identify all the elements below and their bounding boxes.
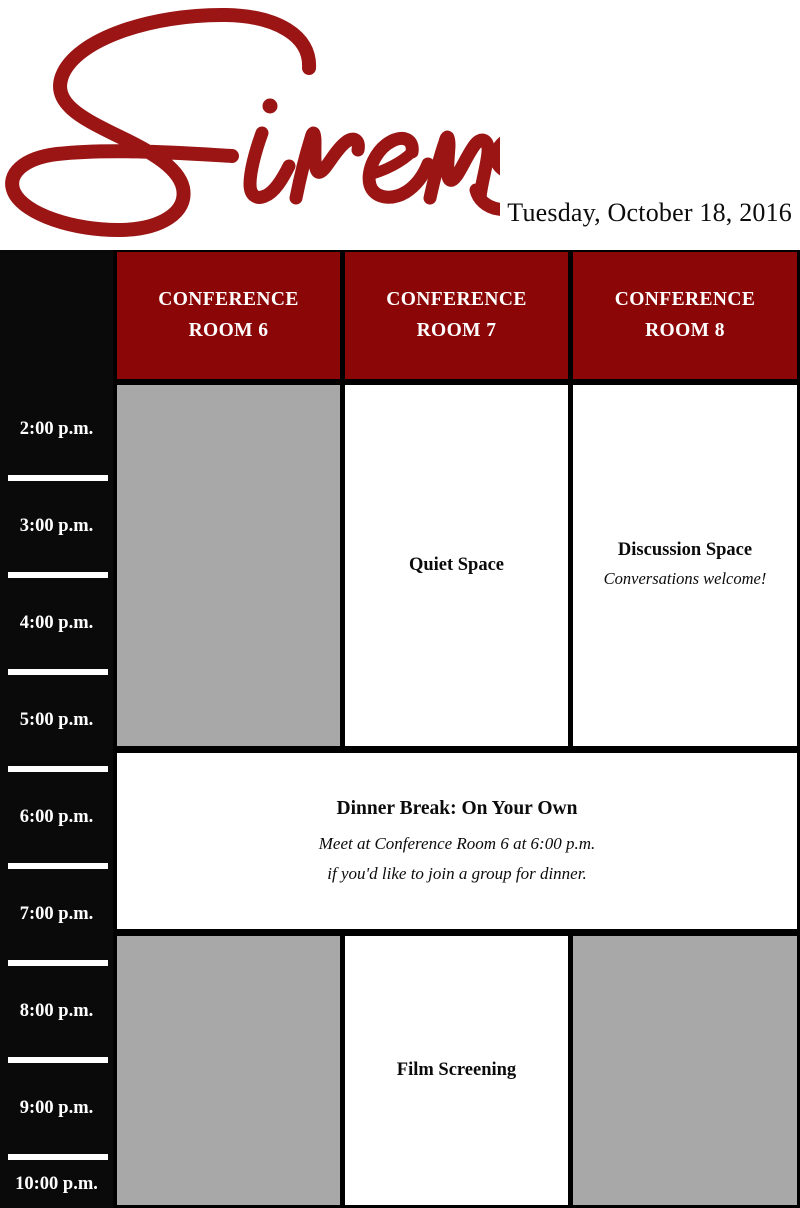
event-date: Tuesday, October 18, 2016 [507, 198, 792, 227]
event-block-evening-room-8[interactable] [573, 936, 797, 1205]
event-detail-line-1: Meet at Conference Room 6 at 6:00 p.m. [318, 833, 596, 853]
poster-header: Tuesday, October 18, 2016 [0, 0, 800, 250]
event-title: Film Screening [396, 1059, 517, 1080]
event-block-evening-room-6[interactable] [117, 936, 340, 1205]
event-title: Dinner Break: On Your Own [336, 797, 578, 819]
column-header-room-8: CONFERENCE ROOM 8 [573, 252, 797, 379]
event-block-film-screening[interactable]: Film Screening [345, 936, 568, 1205]
column-header-room-6: CONFERENCE ROOM 6 [117, 252, 340, 379]
time-label-4pm: 4:00 p.m. [0, 578, 113, 669]
time-label-8pm: 8:00 p.m. [0, 966, 113, 1057]
event-block-quiet-space[interactable]: Quiet Space [345, 385, 568, 746]
event-block-discussion-space[interactable]: Discussion Space Conversations welcome! [573, 385, 797, 746]
time-label-5pm: 5:00 p.m. [0, 675, 113, 766]
time-label-6pm: 6:00 p.m. [0, 772, 113, 863]
schedule-grid: 2:00 p.m. 3:00 p.m. 4:00 p.m. 5:00 p.m. … [0, 250, 800, 1208]
event-block-dinner-break[interactable]: Dinner Break: On Your Own Meet at Confer… [117, 753, 797, 929]
sirens-logo-svg [5, 7, 500, 238]
schedule-poster: Tuesday, October 18, 2016 2:00 p.m. 3:00… [0, 0, 800, 1208]
column-header-line1: CONFERENCE [158, 289, 299, 311]
column-header-line2: ROOM 8 [645, 319, 725, 341]
column-header-line2: ROOM 7 [416, 319, 497, 341]
sirens-logo [0, 2, 500, 242]
time-column: 2:00 p.m. 3:00 p.m. 4:00 p.m. 5:00 p.m. … [0, 250, 113, 1208]
time-label-7pm: 7:00 p.m. [0, 869, 113, 960]
column-header-line1: CONFERENCE [386, 289, 527, 311]
event-detail-line-2: if you'd like to join a group for dinner… [327, 863, 587, 883]
time-label-2pm: 2:00 p.m. [0, 383, 113, 475]
column-header-line2: ROOM 6 [188, 319, 269, 341]
event-title: Discussion Space [617, 540, 753, 561]
time-label-9pm: 9:00 p.m. [0, 1063, 113, 1154]
event-subtitle: Conversations welcome! [603, 568, 767, 588]
time-label-3pm: 3:00 p.m. [0, 481, 113, 572]
event-block-afternoon-room-6[interactable] [117, 385, 340, 746]
column-header-room-7: CONFERENCE ROOM 7 [345, 252, 568, 379]
time-label-10pm: 10:00 p.m. [0, 1160, 113, 1208]
column-header-line1: CONFERENCE [614, 289, 756, 311]
event-title: Quiet Space [408, 554, 505, 575]
